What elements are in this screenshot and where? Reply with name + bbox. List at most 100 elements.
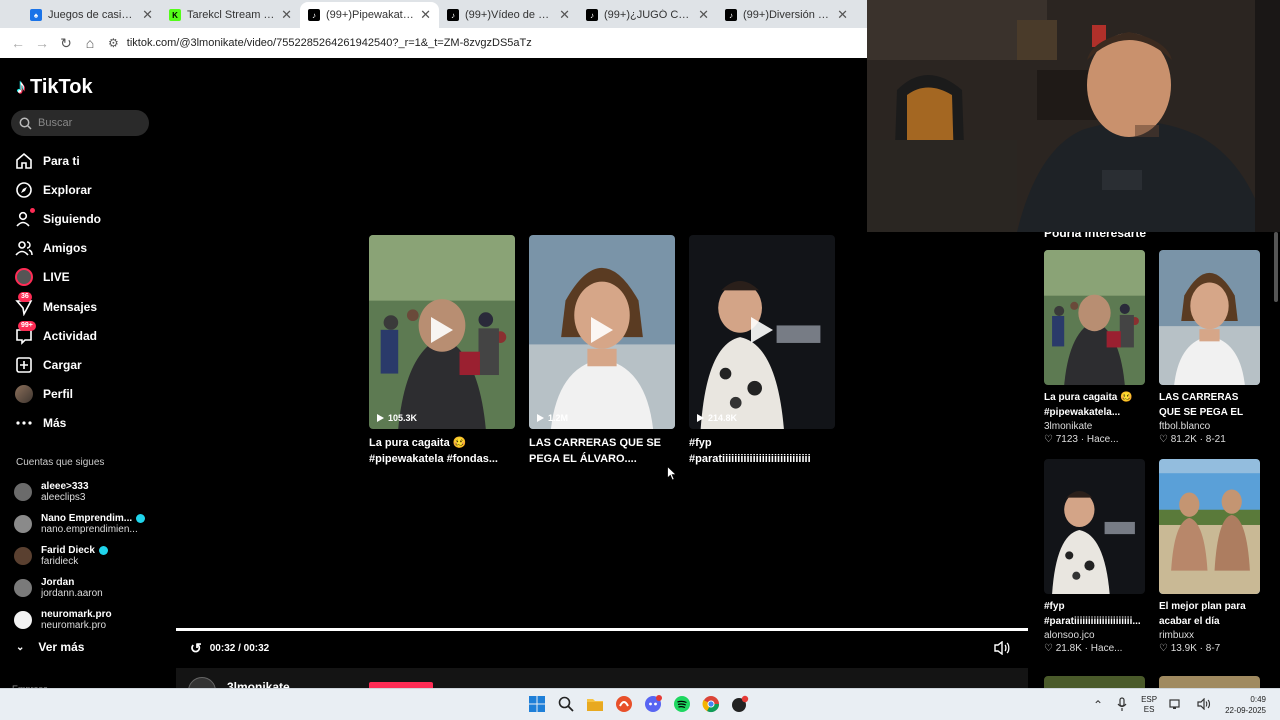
windows-start-icon[interactable]: [527, 694, 547, 714]
video-author[interactable]: alonsoo.jco: [1044, 630, 1145, 641]
compass-icon: [14, 180, 34, 200]
video-thumbnail[interactable]: 1.2M: [529, 235, 675, 429]
following-item[interactable]: aleee>333 aleeclips3: [14, 476, 154, 508]
address-bar[interactable]: ⚙ tiktok.com/@3lmonikate/video/755228526…: [108, 32, 532, 54]
following-item[interactable]: Nano Emprendim... nano.emprendimien...: [14, 508, 154, 540]
microphone-icon[interactable]: [1117, 696, 1127, 714]
app-icon-orange[interactable]: [614, 694, 634, 714]
nav-item-para-ti[interactable]: Para ti: [14, 146, 154, 175]
play-small-icon: [697, 414, 704, 422]
discord-icon[interactable]: [643, 694, 663, 714]
play-icon[interactable]: [591, 317, 613, 343]
speaker-icon[interactable]: [1197, 697, 1211, 713]
close-tab-icon[interactable]: ✕: [698, 7, 709, 23]
nav-item-amigos[interactable]: Amigos: [14, 234, 154, 263]
file-explorer-icon[interactable]: [585, 694, 605, 714]
reload-icon[interactable]: ↻: [54, 31, 78, 55]
app-icon-dark[interactable]: [730, 694, 750, 714]
forward-icon[interactable]: →: [30, 31, 54, 55]
close-tab-icon[interactable]: ✕: [420, 7, 431, 23]
post-date: 8-7: [1205, 643, 1221, 654]
scrollbar[interactable]: [1274, 232, 1278, 302]
following-icon: [14, 207, 35, 229]
video-author[interactable]: rimbuxx: [1159, 630, 1260, 641]
video-author[interactable]: 3lmonikate: [1044, 421, 1145, 432]
recommended-video-card[interactable]: 214.8K #fyp #paratiiiiiiiiiiiiiiiiiiiiii…: [689, 235, 835, 469]
chevron-up-icon[interactable]: ⌃: [1093, 698, 1103, 712]
browser-tab[interactable]: K Tarekcl Stream - Watch Li ✕: [161, 2, 300, 28]
progress-bar[interactable]: [176, 628, 1028, 631]
video-title[interactable]: #fyp #paratiiiiiiiiiiiiiiiiiiiii...: [1044, 599, 1145, 629]
taskbar-search-icon[interactable]: [556, 694, 576, 714]
chrome-icon[interactable]: [701, 694, 721, 714]
video-title[interactable]: LAS CARRERAS QUE SE PEGA EL ÁLVAR...: [1159, 390, 1260, 420]
close-tab-icon[interactable]: ✕: [281, 7, 292, 23]
volume-icon[interactable]: [994, 641, 1010, 655]
video-author[interactable]: ftbol.blanco: [1159, 421, 1260, 432]
language-indicator[interactable]: ESP ES: [1141, 695, 1157, 715]
search-box[interactable]: [11, 110, 149, 136]
nav-item-cargar[interactable]: Cargar: [14, 350, 154, 379]
video-title[interactable]: El mejor plan para acabar el día: [1159, 599, 1260, 629]
nav-item-perfil[interactable]: Perfil: [14, 380, 154, 409]
play-icon[interactable]: [431, 317, 453, 343]
video-title[interactable]: La pura cagaita 🥴 #pipewakatela #fondas.…: [369, 435, 515, 469]
tiktok-logo[interactable]: ♪ TikTok: [16, 76, 93, 99]
suggestion-thumb-partial[interactable]: [1159, 676, 1260, 688]
close-tab-icon[interactable]: ✕: [559, 7, 570, 23]
video-thumbnail[interactable]: [1159, 250, 1260, 385]
browser-tab[interactable]: ♪ (99+)Diversión en las Fo ✕: [717, 2, 856, 28]
video-thumbnail[interactable]: [1159, 459, 1260, 594]
browser-tab[interactable]: ♪ (99+)Pipewakatela wate✕: [300, 2, 439, 28]
see-more-button[interactable]: ⌄ Ver más: [16, 640, 84, 654]
following-username: nano.emprendimien...: [41, 524, 138, 535]
browser-tab[interactable]: ♪ (99+)¿JUGÓ CAGONETA? J✕: [578, 2, 717, 28]
casino-favicon-icon: ♠: [30, 9, 42, 21]
more-icon: [14, 413, 34, 433]
recommended-video-card[interactable]: 1.2M LAS CARRERAS QUE SE PEGA EL ÁLVARO.…: [529, 235, 675, 469]
suggestion-thumb-partial[interactable]: [1044, 676, 1145, 688]
verified-icon: [136, 514, 146, 523]
close-tab-icon[interactable]: ✕: [142, 7, 153, 23]
browser-tab[interactable]: ♪ (99+)Vídeo de Martinvero ✕: [439, 2, 578, 28]
suggested-video-card[interactable]: La pura cagaita 🥴 #pipewakatela... 3lmon…: [1044, 250, 1145, 445]
site-info-icon[interactable]: ⚙: [108, 36, 119, 50]
recommended-video-card[interactable]: 105.3K La pura cagaita 🥴 #pipewakatela #…: [369, 235, 515, 469]
video-title[interactable]: La pura cagaita 🥴 #pipewakatela...: [1044, 390, 1145, 420]
nav-item-actividad[interactable]: 99+ Actividad: [14, 320, 154, 350]
home-button-icon[interactable]: ⌂: [78, 31, 102, 55]
network-icon[interactable]: [1169, 698, 1183, 713]
video-thumbnail[interactable]: 214.8K: [689, 235, 835, 429]
mouse-cursor-icon: [667, 466, 677, 481]
spotify-icon[interactable]: [672, 694, 692, 714]
nav-item-mensajes[interactable]: 36 Mensajes: [14, 291, 154, 321]
play-icon[interactable]: [751, 317, 773, 343]
video-thumbnail[interactable]: 105.3K: [369, 235, 515, 429]
following-item[interactable]: Farid Dieck faridieck: [14, 540, 154, 572]
video-title[interactable]: LAS CARRERAS QUE SE PEGA EL ÁLVARO....: [529, 435, 675, 469]
video-thumbnail[interactable]: [1044, 250, 1145, 385]
nav-item-live[interactable]: LIVE: [14, 263, 154, 292]
replay-icon[interactable]: ↺: [190, 640, 202, 657]
suggested-video-card[interactable]: #fyp #paratiiiiiiiiiiiiiiiiiiiii... alon…: [1044, 459, 1145, 654]
webcam-image: [867, 0, 1280, 232]
system-clock[interactable]: 0:49 22-09-2025: [1225, 694, 1266, 716]
nav-label: Perfil: [43, 387, 74, 402]
browser-tab[interactable]: ♠ Juegos de casino - Juegos ✕: [22, 2, 161, 28]
nav-label: Más: [43, 416, 67, 431]
video-title[interactable]: #fyp #paratiiiiiiiiiiiiiiiiiiiiiiiiiiiii…: [689, 435, 835, 469]
video-thumbnail[interactable]: [1044, 459, 1145, 594]
suggested-video-card[interactable]: El mejor plan para acabar el día rimbuxx…: [1159, 459, 1260, 654]
nav-item-m-s[interactable]: Más: [14, 409, 154, 438]
tab-title: Juegos de casino - Juegos: [48, 9, 138, 21]
suggested-video-card[interactable]: LAS CARRERAS QUE SE PEGA EL ÁLVAR... ftb…: [1159, 250, 1260, 445]
following-item[interactable]: Jordan jordann.aaron: [14, 572, 154, 604]
close-tab-icon[interactable]: ✕: [837, 7, 848, 23]
search-input[interactable]: [38, 117, 138, 129]
following-item[interactable]: neuromark.pro neuromark.pro: [14, 604, 154, 636]
profile-icon: [14, 384, 34, 404]
nav-item-siguiendo[interactable]: Siguiendo: [14, 204, 154, 233]
nav-item-explorar[interactable]: Explorar: [14, 175, 154, 204]
post-date: Hace...: [1090, 643, 1123, 654]
back-icon[interactable]: ←: [6, 31, 30, 55]
